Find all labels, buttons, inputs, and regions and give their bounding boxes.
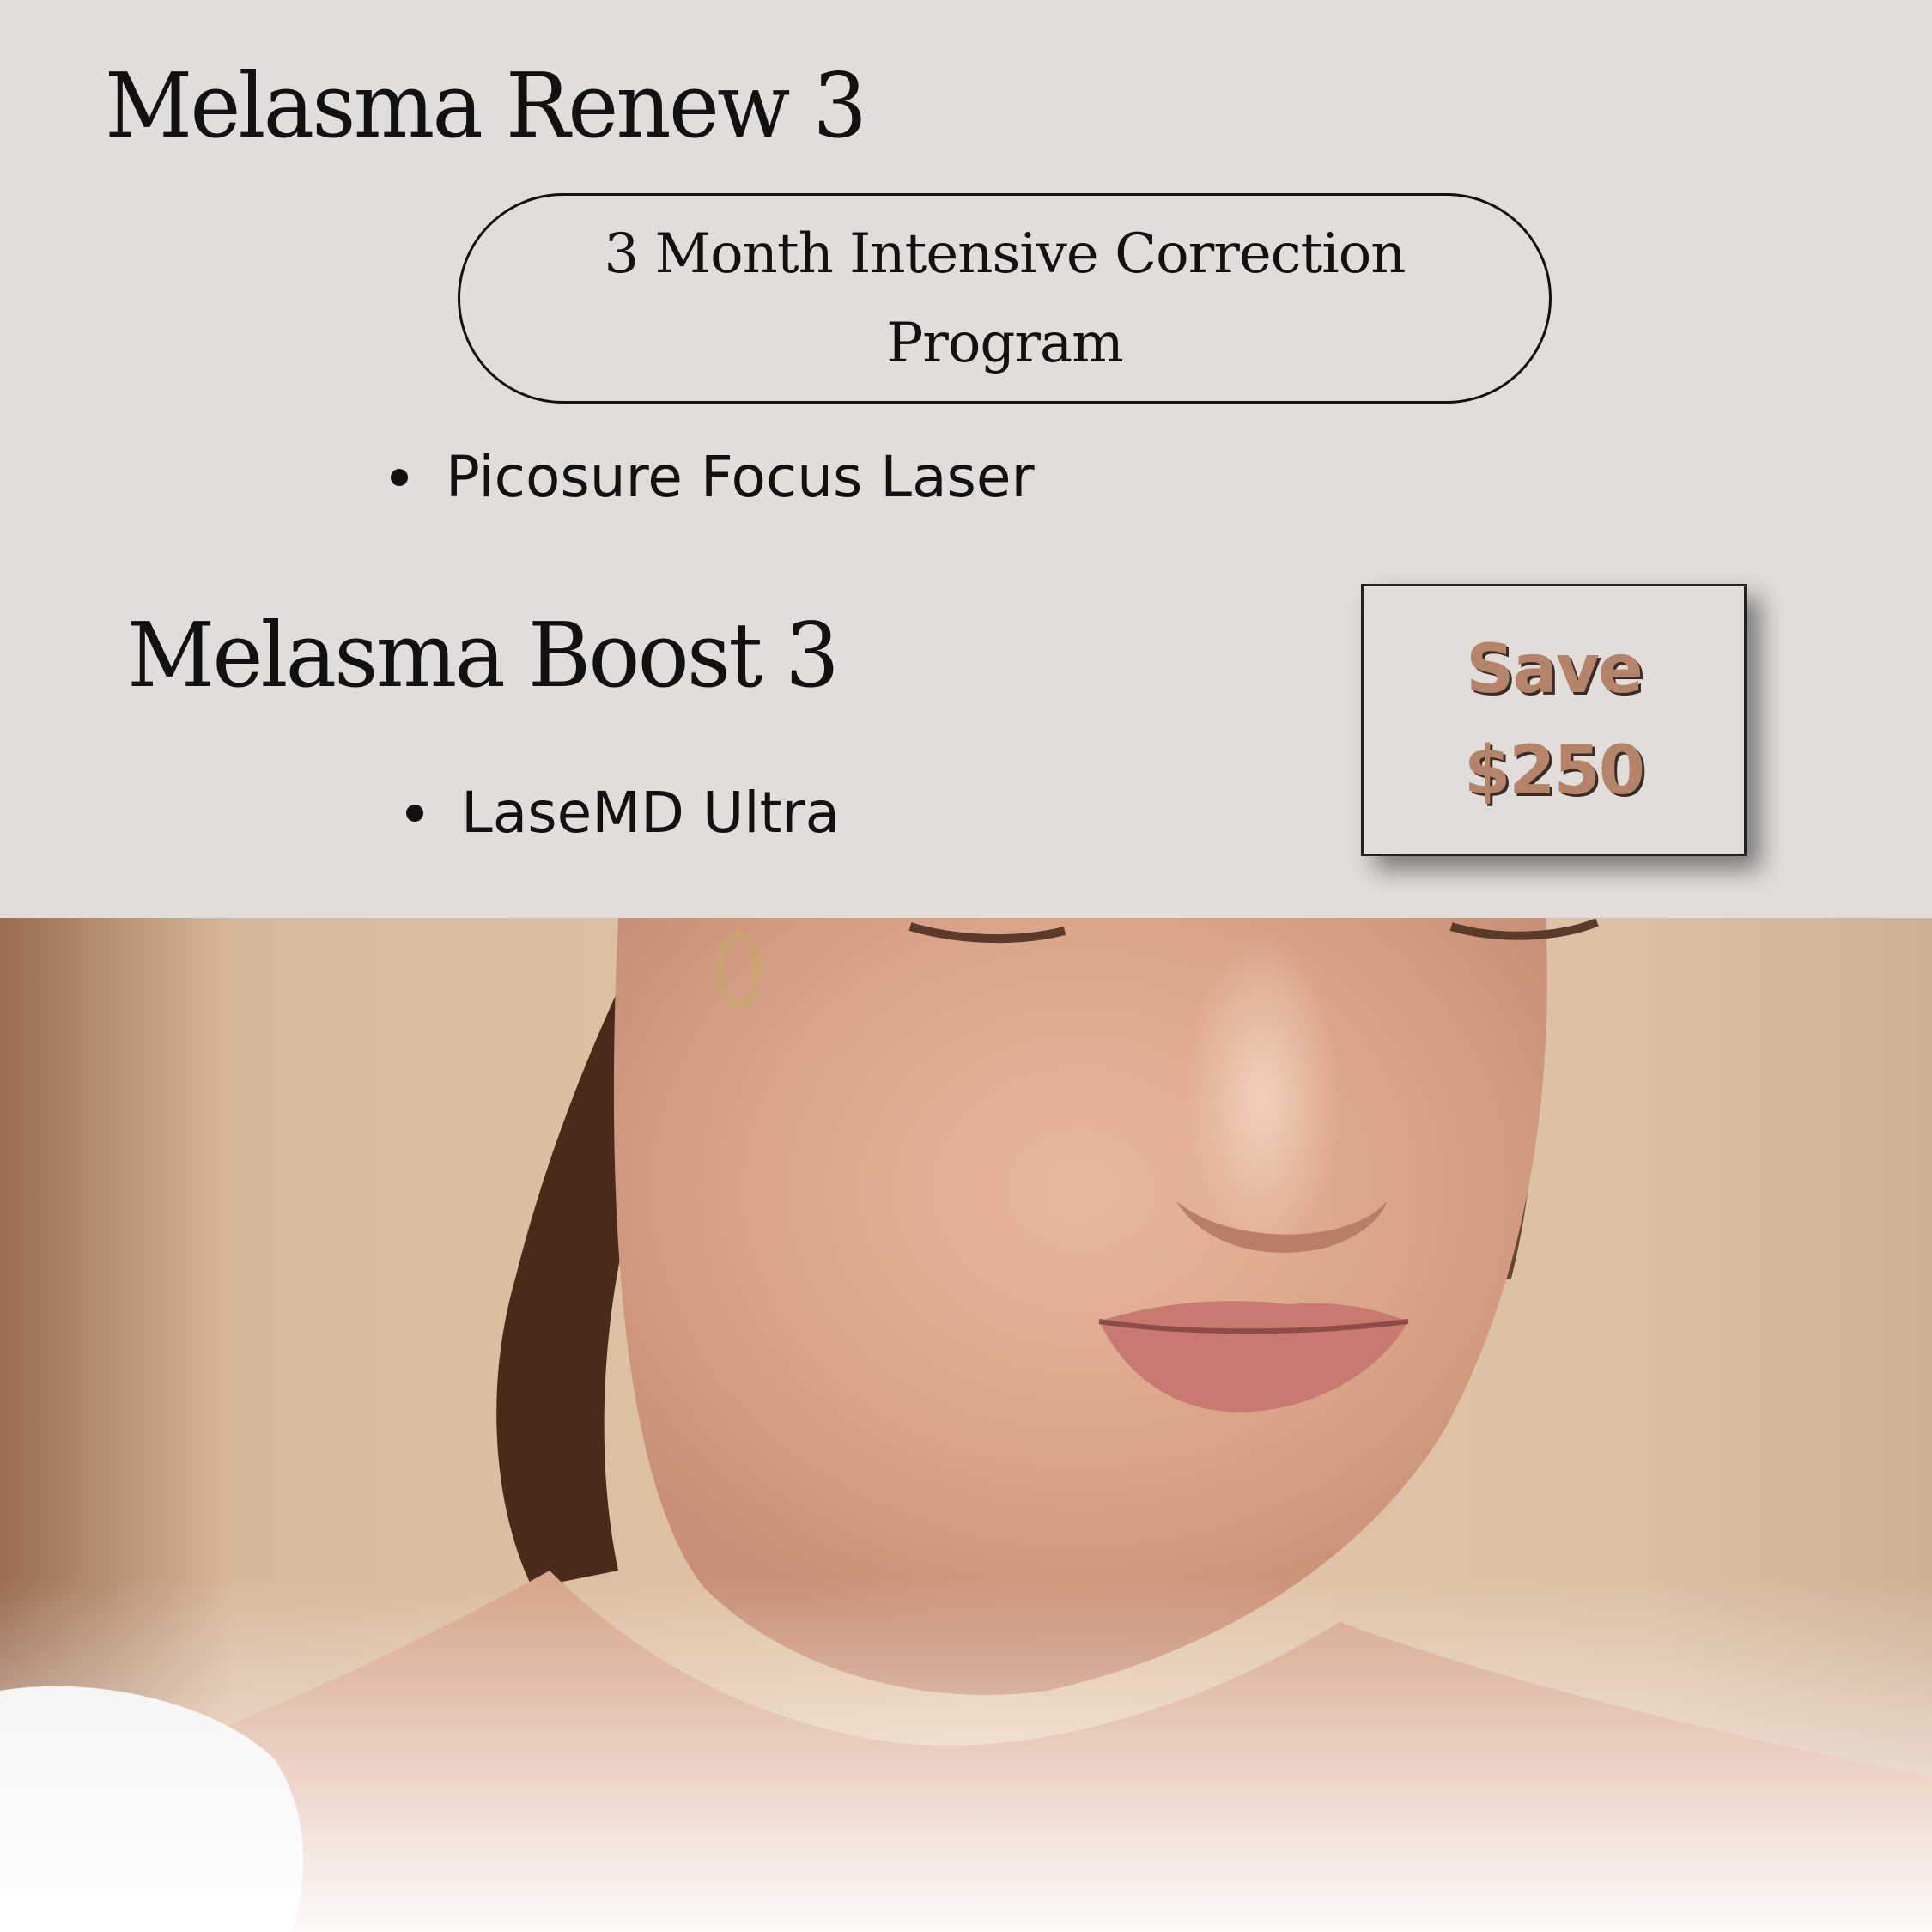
model-photo [0, 918, 1932, 1932]
savings-label: Save [1466, 630, 1643, 708]
subtitle-line-2: Program [886, 311, 1124, 375]
program-subtitle-pill: 3 Month Intensive Correction Program [458, 193, 1552, 404]
promo-panel: Melasma Renew 3 3 Month Intensive Correc… [0, 0, 1932, 918]
list-item: Picosure Focus Laser [391, 444, 1035, 510]
bullet-icon [391, 468, 408, 486]
subtitle-line-1: 3 Month Intensive Correction [604, 222, 1406, 286]
list-item-label: LaseMD Ultra [461, 780, 841, 846]
list-item-label: Picosure Focus Laser [446, 444, 1035, 510]
program-title-boost: Melasma Boost 3 [127, 603, 840, 708]
boost-treatment-list: LaseMD Ultra [406, 780, 840, 846]
list-item: LaseMD Ultra [406, 780, 840, 846]
savings-amount: $250 [1463, 732, 1645, 810]
bullet-icon [406, 804, 423, 822]
savings-badge: Save $250 [1361, 584, 1747, 856]
renew-treatment-list: Picosure Focus Laser [391, 444, 1035, 510]
program-title-renew: Melasma Renew 3 [105, 53, 867, 158]
